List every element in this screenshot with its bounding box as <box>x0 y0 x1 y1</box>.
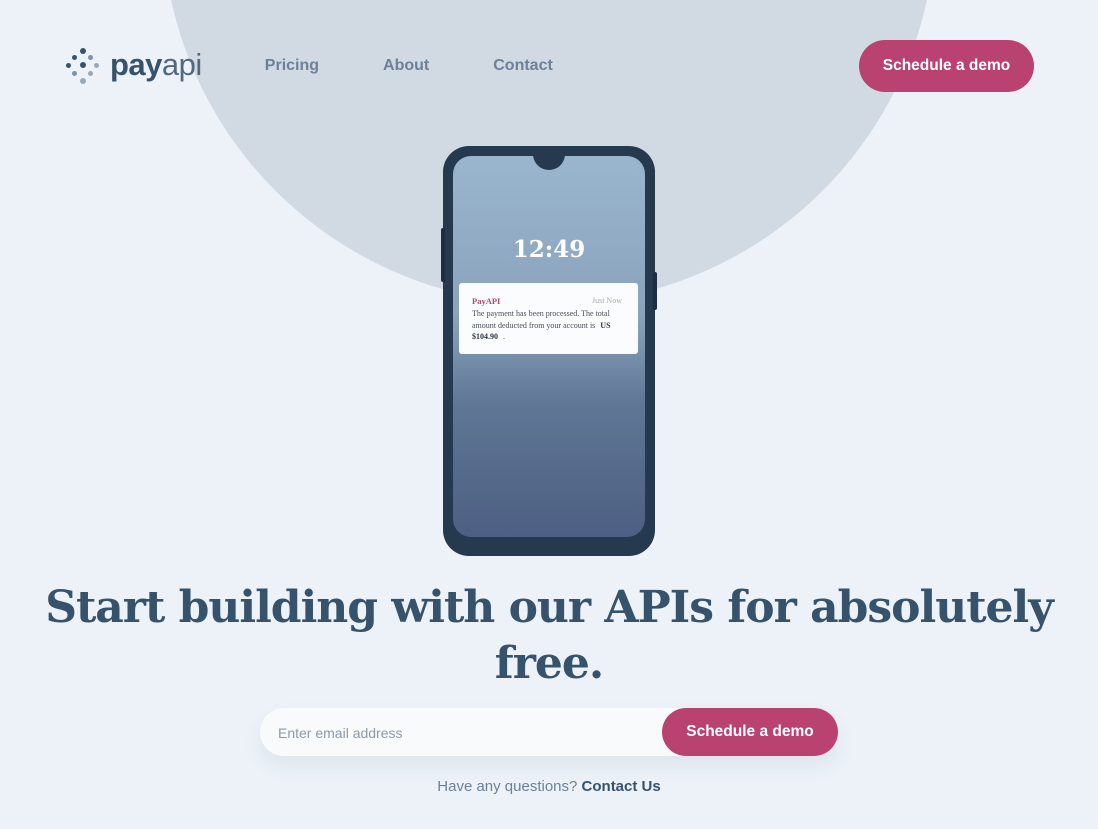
lockscreen-clock: 12:49 <box>512 236 586 263</box>
email-input[interactable] <box>276 708 660 758</box>
notification-timestamp: Just Now <box>591 296 622 305</box>
site-header: payapi Pricing About Contact Schedule a … <box>66 40 1034 92</box>
brand-name-bold: pay <box>110 46 162 82</box>
header-schedule-demo-button[interactable]: Schedule a demo <box>859 40 1034 92</box>
brand-name-light: api <box>161 46 202 82</box>
notification-message-text: The payment has been processed. The tota… <box>472 309 610 330</box>
nav-link-pricing[interactable]: Pricing <box>265 57 319 75</box>
phone-mockup: 12:49 PayAPI Just Now The payment has be… <box>441 146 657 556</box>
phone-volume-button <box>441 228 445 282</box>
payment-notification: PayAPI Just Now The payment has been pro… <box>459 283 638 354</box>
phone-screen: 12:49 PayAPI Just Now The payment has be… <box>453 156 645 537</box>
questions-line: Have any questions? Contact Us <box>0 778 1098 795</box>
form-schedule-demo-button[interactable]: Schedule a demo <box>662 708 838 756</box>
nav-link-about[interactable]: About <box>383 57 429 75</box>
notification-message: The payment has been processed. The tota… <box>472 308 612 343</box>
main-nav: Pricing About Contact <box>265 57 617 75</box>
payapi-dot-grid-icon <box>66 48 102 84</box>
brand-wordmark: payapi <box>110 49 202 80</box>
notification-app-name: PayAPI <box>472 296 501 306</box>
questions-text: Have any questions? <box>437 778 578 795</box>
hero-title: Start building with our APIs for absolut… <box>45 582 1054 689</box>
nav-link-contact[interactable]: Contact <box>493 57 553 75</box>
phone-notch <box>533 156 565 170</box>
logo[interactable]: payapi <box>66 48 202 84</box>
phone-power-button <box>653 272 657 310</box>
notification-message-suffix: . <box>503 332 505 341</box>
demo-signup-form: Schedule a demo <box>260 708 838 758</box>
contact-us-link[interactable]: Contact Us <box>582 778 661 795</box>
